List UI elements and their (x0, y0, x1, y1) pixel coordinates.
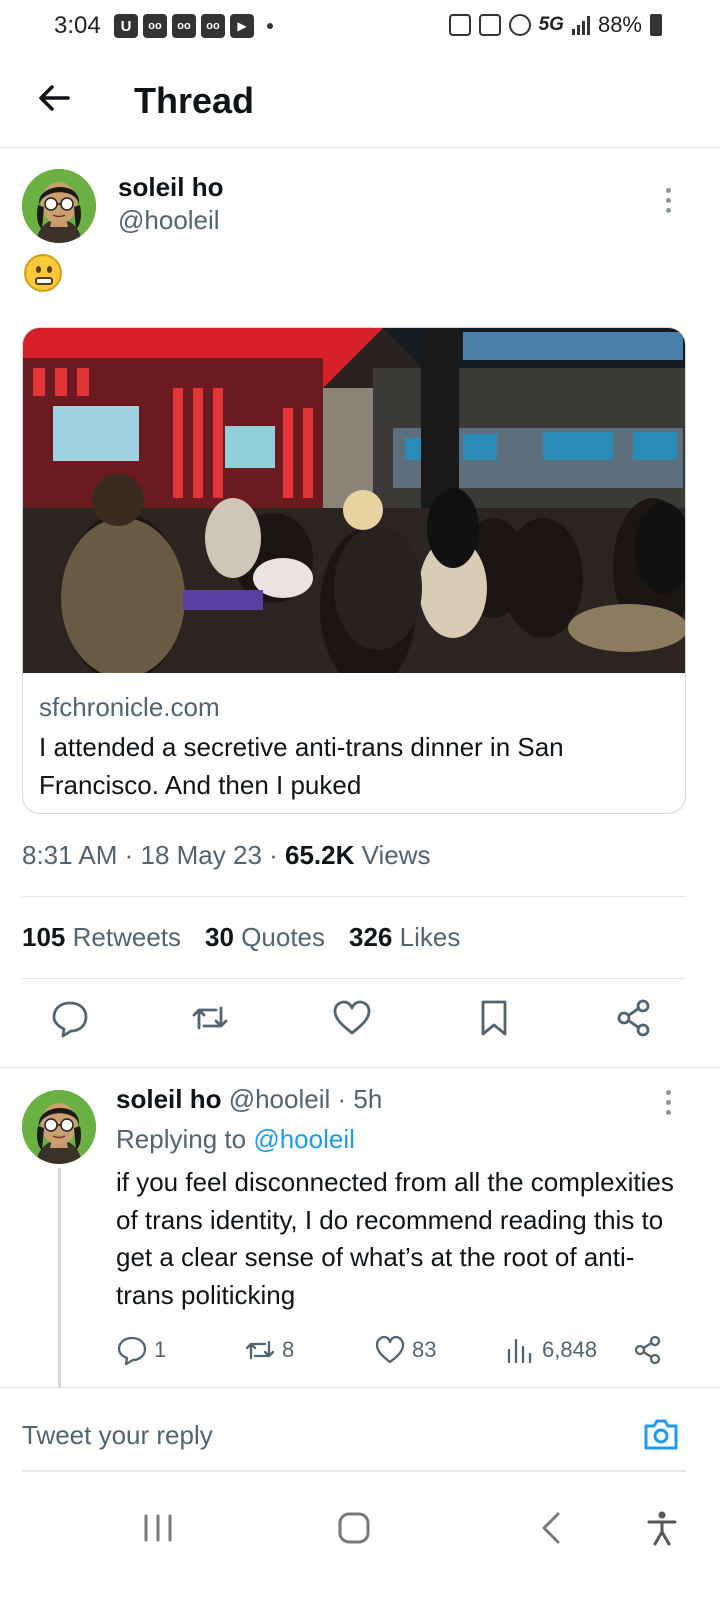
retweets-label: Retweets (72, 922, 182, 952)
thread-connector (58, 1168, 61, 1388)
retweet-icon (245, 1340, 275, 1360)
nfc-icon (478, 14, 501, 36)
retweets-stat[interactable]: 105 Retweets (22, 922, 181, 953)
voicemail-icon: oo (201, 14, 225, 38)
reply-handle-time: @hooleil · 5h (228, 1084, 383, 1114)
status-bar: 3:04 U oo oo oo ▶ 5G 88% (0, 0, 720, 54)
page-title: Thread (134, 80, 255, 121)
quotes-label: Quotes (241, 922, 325, 952)
recent-apps-icon[interactable] (138, 1508, 178, 1548)
section-divider (0, 1067, 720, 1068)
replying-to-handle[interactable]: @hooleil (253, 1124, 355, 1154)
reply-avatar[interactable] (22, 1090, 96, 1164)
network-type: 5G (538, 14, 564, 35)
author-name[interactable]: soleil ho (118, 172, 223, 203)
grimacing-face-emoji (24, 254, 62, 292)
views-chart-icon (507, 1338, 532, 1364)
tweet-stats: 105 Retweets 30 Quotes 326 Likes (22, 922, 460, 953)
app-header: Thread (0, 54, 720, 148)
status-right: 5G 88% (448, 12, 662, 38)
reply-views-action[interactable]: 6,848 (504, 1334, 597, 1366)
quotes-count: 30 (205, 922, 234, 952)
likes-count: 326 (349, 922, 393, 952)
retweets-count: 105 (22, 922, 66, 952)
retweet-icon[interactable] (190, 998, 230, 1038)
article-image (23, 328, 685, 673)
card-title: I attended a secretive anti-trans dinner… (39, 732, 564, 800)
like-icon (375, 1335, 405, 1364)
likes-stat[interactable]: 326 Likes (349, 922, 460, 953)
reply-share-action[interactable] (632, 1334, 664, 1366)
views-label: Views (354, 840, 431, 870)
home-icon[interactable] (334, 1508, 374, 1548)
views-count: 6,848 (542, 1337, 598, 1362)
replying-to: Replying to @hooleil (116, 1124, 355, 1155)
reply-text: if you feel disconnected from all the co… (116, 1167, 674, 1310)
tweet-meta: 8:31 AM · 18 May 23 · 65.2K Views (22, 840, 431, 871)
voicemail-icon: oo (172, 14, 196, 38)
lock-icon (448, 14, 471, 36)
accessibility-icon[interactable] (642, 1508, 682, 1548)
signal-icon (571, 15, 590, 35)
alarm-icon (508, 14, 531, 36)
tweet-actions (0, 998, 720, 1046)
quotes-stat[interactable]: 30 Quotes (205, 922, 325, 953)
card-domain: sfchronicle.com (39, 692, 220, 722)
battery-percent: 88% (597, 12, 642, 37)
more-notifications-dot (267, 23, 273, 29)
avatar-illustration (22, 169, 96, 243)
youtube-icon: ▶ (230, 14, 254, 38)
reply-icon[interactable] (50, 998, 90, 1038)
replying-prefix: Replying to (116, 1124, 254, 1154)
avatar[interactable] (22, 169, 96, 243)
camera-icon[interactable] (642, 1416, 680, 1454)
status-time: 3:04 (54, 12, 101, 39)
reply-retweet-action[interactable]: 8 (244, 1334, 294, 1366)
section-divider (0, 1387, 720, 1388)
retweet-count: 8 (282, 1337, 295, 1362)
likes-label: Likes (399, 922, 461, 952)
reply-input[interactable]: Tweet your reply (22, 1420, 213, 1451)
voicemail-icon: oo (143, 14, 167, 38)
like-count: 83 (412, 1337, 437, 1362)
reply-header: soleil ho @hooleil · 5h (116, 1084, 382, 1115)
reply-like-action[interactable]: 83 (374, 1334, 436, 1366)
divider (22, 978, 686, 979)
notification-icon: U (114, 14, 138, 38)
tweet-timestamp: 8:31 AM · 18 May 23 · (22, 840, 286, 870)
reply-author-name[interactable]: soleil ho (116, 1084, 221, 1114)
author-handle[interactable]: @hooleil (118, 205, 220, 236)
share-icon (634, 1335, 661, 1365)
back-arrow-icon[interactable] (34, 78, 74, 118)
reply-comment-action[interactable]: 1 (116, 1334, 166, 1366)
compose-underline (22, 1470, 686, 1472)
divider (22, 896, 686, 897)
reply-more-options-icon[interactable] (664, 1090, 672, 1115)
reply-icon (117, 1336, 147, 1366)
avatar-illustration (22, 1090, 96, 1164)
like-icon[interactable] (332, 998, 372, 1038)
share-icon[interactable] (614, 998, 654, 1038)
back-icon[interactable] (532, 1508, 572, 1548)
link-card[interactable]: sfchronicle.com I attended a secretive a… (22, 327, 686, 814)
battery-icon (650, 14, 662, 36)
views-count[interactable]: 65.2K (285, 840, 354, 870)
system-nav-bar (0, 1490, 720, 1600)
reply-count: 1 (154, 1337, 167, 1362)
notification-icons: U oo oo oo ▶ (114, 14, 273, 38)
bookmark-icon[interactable] (474, 998, 514, 1038)
more-options-icon[interactable] (664, 188, 672, 213)
